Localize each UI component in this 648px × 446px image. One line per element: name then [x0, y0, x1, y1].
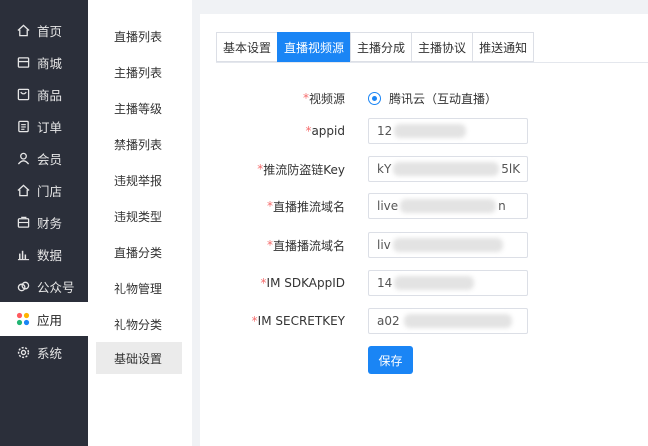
appid-input[interactable]: 12: [368, 118, 528, 144]
sidebar-item-official-account[interactable]: 公众号: [0, 270, 88, 302]
sub-sidebar: 直播列表 主播列表 主播等级 禁播列表 违规举报 违规类型 直播分类 礼物管理 …: [88, 0, 192, 446]
save-button[interactable]: 保存: [368, 346, 413, 374]
push-key-label: * 推流防盗链Key: [257, 162, 345, 177]
video-source-label: * 视频源: [302, 91, 345, 106]
gear-icon: [16, 345, 30, 359]
sidebar-item-finance[interactable]: 财务: [0, 206, 88, 238]
subnav-item-gift-management[interactable]: 礼物管理: [96, 272, 182, 304]
secret-key-input[interactable]: a02: [368, 308, 528, 334]
secret-key-label: * IM SECRETKEY: [251, 314, 345, 328]
tabs-divider: [216, 62, 648, 63]
sidebar-item-system[interactable]: 系统: [0, 336, 88, 368]
tab-live-video-source[interactable]: 直播视频源: [277, 32, 351, 62]
store-icon: [16, 55, 30, 69]
subnav-item-anchor-list[interactable]: 主播列表: [96, 56, 182, 88]
subnav-item-ban-list[interactable]: 禁播列表: [96, 128, 182, 160]
sidebar-item-apps[interactable]: 应用: [0, 302, 88, 336]
form-row-secret-key: * IM SECRETKEY a02: [200, 308, 648, 334]
tab-anchor-share[interactable]: 主播分成: [350, 32, 412, 62]
redacted-value: [392, 238, 503, 252]
redacted-value: [403, 314, 512, 328]
settings-tabs: 基本设置 直播视频源 主播分成 主播协议 推送通知: [216, 32, 535, 62]
chart-icon: [16, 247, 30, 261]
play-domain-label: * 直播播流域名: [266, 238, 345, 253]
push-key-input[interactable]: kY 5lK: [368, 156, 528, 182]
sdk-appid-label: * IM SDKAppID: [260, 276, 345, 290]
product-icon: [16, 87, 30, 101]
sidebar-item-data[interactable]: 数据: [0, 238, 88, 270]
sidebar-item-shop[interactable]: 门店: [0, 174, 88, 206]
subnav-item-violation-type[interactable]: 违规类型: [96, 200, 182, 232]
main-sidebar: 首页 商城 商品 订单 会员 门店 财务 数据 公众号 应用 系统: [0, 0, 88, 446]
sidebar-label-home: 首页: [37, 23, 63, 39]
user-icon: [16, 151, 30, 165]
subnav-item-anchor-level[interactable]: 主播等级: [96, 92, 182, 124]
subnav-item-live-category[interactable]: 直播分类: [96, 236, 182, 268]
play-domain-input[interactable]: liv: [368, 232, 528, 258]
main-panel: 基本设置 直播视频源 主播分成 主播协议 推送通知 * 视频源 腾讯云（互动直播）…: [200, 14, 648, 446]
video-source-radio[interactable]: 腾讯云（互动直播）: [368, 85, 497, 111]
subnav-item-gift-category[interactable]: 礼物分类: [96, 308, 182, 340]
form-row-appid: * appid 12: [200, 118, 648, 144]
sidebar-item-order[interactable]: 订单: [0, 110, 88, 142]
subnav-item-basic-settings[interactable]: 基础设置: [96, 342, 182, 374]
sidebar-item-product[interactable]: 商品: [0, 78, 88, 110]
sdk-appid-input[interactable]: 14: [368, 270, 528, 296]
tab-push-notification[interactable]: 推送通知: [472, 32, 535, 62]
sidebar-item-member[interactable]: 会员: [0, 142, 88, 174]
sidebar-item-store[interactable]: 商城: [0, 46, 88, 78]
sidebar-label-member: 会员: [37, 151, 63, 167]
push-domain-input[interactable]: live n: [368, 193, 528, 219]
tab-basic-settings[interactable]: 基本设置: [216, 32, 278, 62]
sidebar-label-shop: 门店: [37, 183, 63, 199]
sidebar-label-official-account: 公众号: [37, 279, 75, 295]
form-row-video-source: * 视频源 腾讯云（互动直播）: [200, 85, 648, 111]
form-row-play-domain: * 直播播流域名 liv: [200, 232, 648, 258]
redacted-value: [394, 276, 475, 290]
appid-label: * appid: [305, 124, 345, 138]
sidebar-label-system: 系统: [37, 345, 63, 361]
push-domain-label: * 直播推流域名: [266, 199, 345, 214]
sidebar-item-home[interactable]: 首页: [0, 14, 88, 46]
subnav-item-live-list[interactable]: 直播列表: [96, 20, 182, 52]
link-icon: [16, 279, 30, 293]
sidebar-label-data: 数据: [37, 247, 63, 263]
order-icon: [16, 119, 30, 133]
sidebar-label-product: 商品: [37, 87, 63, 103]
sidebar-label-finance: 财务: [37, 215, 63, 231]
home-icon: [16, 23, 30, 37]
sidebar-label-apps: 应用: [37, 312, 63, 328]
video-source-option-label: 腾讯云（互动直播）: [389, 91, 498, 106]
radio-checked-icon: [368, 91, 381, 105]
tab-anchor-agreement[interactable]: 主播协议: [411, 32, 473, 62]
form-row-push-domain: * 直播推流域名 live n: [200, 193, 648, 219]
redacted-value: [393, 162, 500, 176]
subnav-item-violation-report[interactable]: 违规举报: [96, 164, 182, 196]
redacted-value: [394, 124, 467, 138]
shop-icon: [16, 183, 30, 197]
finance-icon: [16, 215, 30, 229]
sidebar-label-store: 商城: [37, 55, 63, 71]
apps-icon: [16, 312, 30, 326]
form-row-push-key: * 推流防盗链Key kY 5lK: [200, 156, 648, 182]
form-row-sdk-appid: * IM SDKAppID 14: [200, 270, 648, 296]
sidebar-label-order: 订单: [37, 119, 63, 135]
redacted-value: [400, 199, 497, 213]
